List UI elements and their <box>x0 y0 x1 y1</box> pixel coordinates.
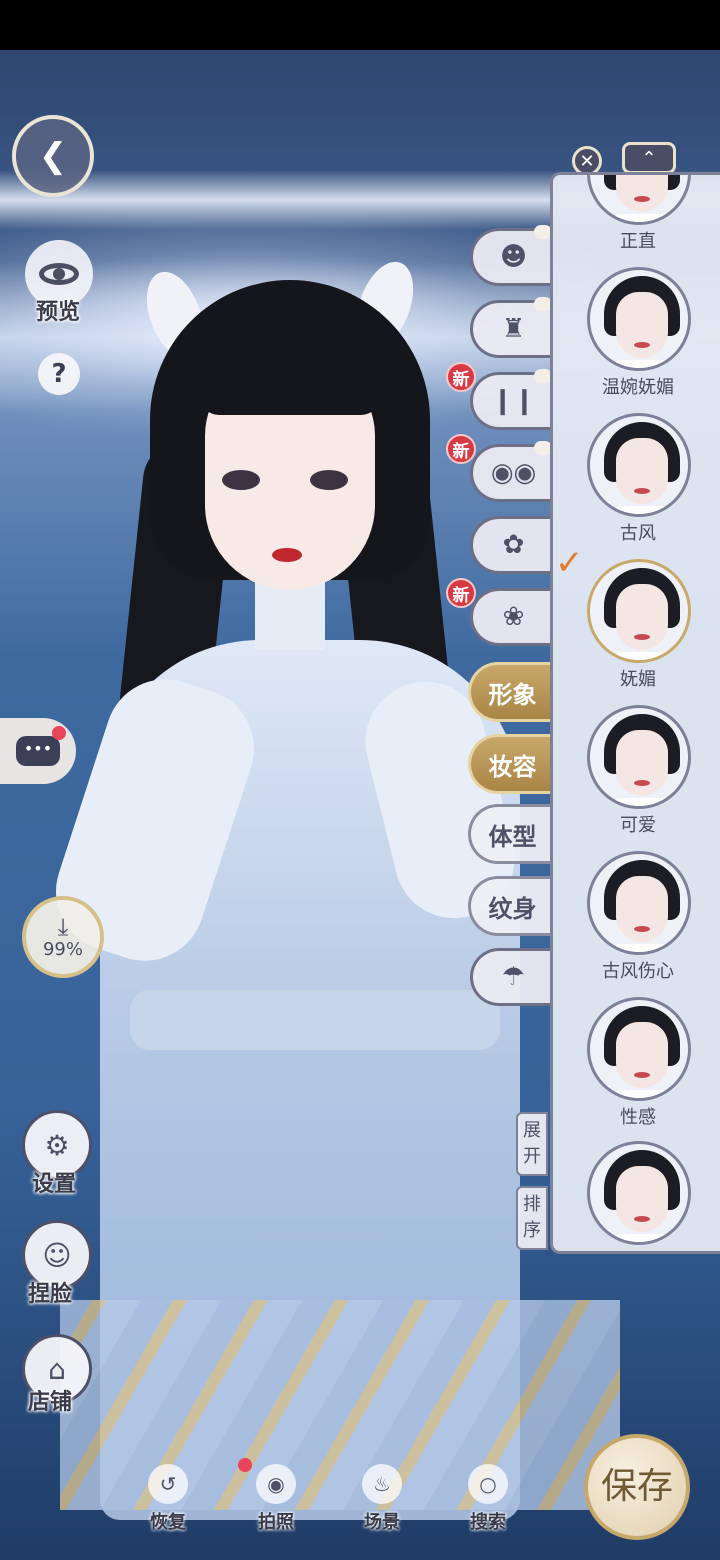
tab-stockings[interactable]: ❙❙ <box>470 369 554 430</box>
new-badge: 新 <box>446 578 476 608</box>
preset-item[interactable]: 正直 <box>553 175 720 261</box>
preset-item[interactable]: 古风 <box>553 413 720 553</box>
restore-label: 恢复 <box>150 1512 186 1533</box>
preset-label: 妩媚 <box>620 669 656 690</box>
preset-item[interactable] <box>553 1141 720 1251</box>
preset-thumbnail <box>587 705 691 809</box>
restore-button[interactable]: ↺ 恢复 <box>128 1464 208 1534</box>
chat-button[interactable]: ••• <box>0 718 76 784</box>
new-badge: 新 <box>446 434 476 464</box>
close-icon: ✕ <box>579 150 595 172</box>
face-portrait-icon: ☺ <box>42 1238 72 1272</box>
preset-label: 正直 <box>620 231 656 252</box>
settings-gear-icon: ⚙ <box>44 1128 70 1162</box>
tab-body-shape[interactable]: 体型 <box>468 804 554 864</box>
preset-thumbnail <box>587 851 691 955</box>
tab-accessory[interactable]: ✿ <box>470 516 554 574</box>
search-icon: ○ <box>468 1464 508 1504</box>
tab-image[interactable]: 形象 <box>468 662 554 722</box>
bell-accessory-icon: ✿ <box>502 530 525 560</box>
back-button[interactable]: ❮ <box>12 115 94 197</box>
download-progress-button[interactable]: ⤓ 99% <box>22 896 104 978</box>
preset-thumbnail <box>587 1141 691 1245</box>
preset-label: 温婉妩媚 <box>602 377 674 398</box>
lips <box>272 548 302 562</box>
restore-icon: ↺ <box>148 1464 188 1504</box>
tab-shoes[interactable]: ◉◉ <box>470 441 554 502</box>
preset-thumbnail <box>587 413 691 517</box>
tab-outfit[interactable]: ♜ <box>470 297 554 358</box>
ornament-icon: ❀ <box>502 602 525 632</box>
save-label: 保存 <box>600 1466 673 1507</box>
backpiece-icon: ☂ <box>501 962 526 992</box>
tab-backpiece[interactable]: ☂ <box>470 948 554 1006</box>
preset-item-selected[interactable]: ✓ 妩媚 <box>553 543 720 699</box>
collapse-panel-button[interactable]: ⌃ <box>622 142 676 174</box>
eye-left <box>222 470 260 490</box>
preset-label: 古风 <box>620 523 656 544</box>
notification-dot <box>52 726 66 740</box>
tab-ornament[interactable]: ❀ <box>470 588 554 646</box>
waist-band <box>130 990 500 1050</box>
help-button[interactable]: ? <box>38 353 80 395</box>
back-arrow-icon: ❮ <box>38 136 68 176</box>
save-button[interactable]: 保存 <box>584 1434 690 1540</box>
shoes-icon: ◉◉ <box>490 458 537 488</box>
preset-thumbnail <box>587 267 691 371</box>
preset-thumbnail <box>587 997 691 1101</box>
hairstyle-icon: ☻ <box>499 242 528 272</box>
search-label: 搜索 <box>470 1512 506 1533</box>
scene-label: 场景 <box>364 1512 400 1533</box>
preset-label: 性感 <box>620 1107 656 1128</box>
eye-icon <box>39 263 79 285</box>
preset-label: 古风伤心 <box>602 961 674 982</box>
makeup-preset-panel[interactable]: 正直 温婉妩媚 古风 ✓ 妩媚 可爱 古风伤心 性感 <box>550 172 720 1254</box>
bangs <box>200 330 380 415</box>
stockings-icon: ❙❙ <box>491 386 536 416</box>
expand-button[interactable]: 展开 <box>516 1112 548 1176</box>
preset-item[interactable]: 古风伤心 <box>553 851 720 991</box>
preview-label: 预览 <box>36 299 81 325</box>
shop-icon: ⌂ <box>48 1352 66 1386</box>
preset-thumbnail <box>587 559 691 663</box>
scene-button[interactable]: ♨ 场景 <box>342 1464 422 1534</box>
settings-label: 设置 <box>32 1171 77 1197</box>
outfit-icon: ♜ <box>501 314 526 344</box>
tab-tattoo[interactable]: 纹身 <box>468 876 554 936</box>
neck-collar <box>255 580 325 650</box>
chat-bubble-icon: ••• <box>16 736 60 766</box>
new-badge: 新 <box>446 362 476 392</box>
preset-item[interactable]: 温婉妩媚 <box>553 267 720 407</box>
eye-right <box>310 470 348 490</box>
tab-makeup[interactable]: 妆容 <box>468 734 554 794</box>
preset-item[interactable]: 可爱 <box>553 705 720 845</box>
shop-label: 店铺 <box>28 1389 73 1415</box>
chevron-up-icon: ⌃ <box>641 147 657 169</box>
sort-button[interactable]: 排序 <box>516 1186 548 1250</box>
search-button[interactable]: ○ 搜索 <box>448 1464 528 1534</box>
download-icon: ⤓ <box>57 912 69 941</box>
download-percent: 99% <box>42 938 83 960</box>
checkmark-icon: ✓ <box>555 543 584 583</box>
photo-label: 拍照 <box>258 1512 294 1533</box>
preset-item[interactable]: 性感 <box>553 997 720 1137</box>
scene-icon: ♨ <box>362 1464 402 1504</box>
face-edit-label: 捏脸 <box>28 1281 73 1307</box>
photo-button[interactable]: ◉ 拍照 <box>236 1464 316 1534</box>
camera-icon: ◉ <box>256 1464 296 1504</box>
question-icon: ? <box>51 359 67 389</box>
preset-thumbnail <box>587 175 691 225</box>
preset-label: 可爱 <box>620 815 656 836</box>
tab-hairstyle[interactable]: ☻ <box>470 225 554 286</box>
